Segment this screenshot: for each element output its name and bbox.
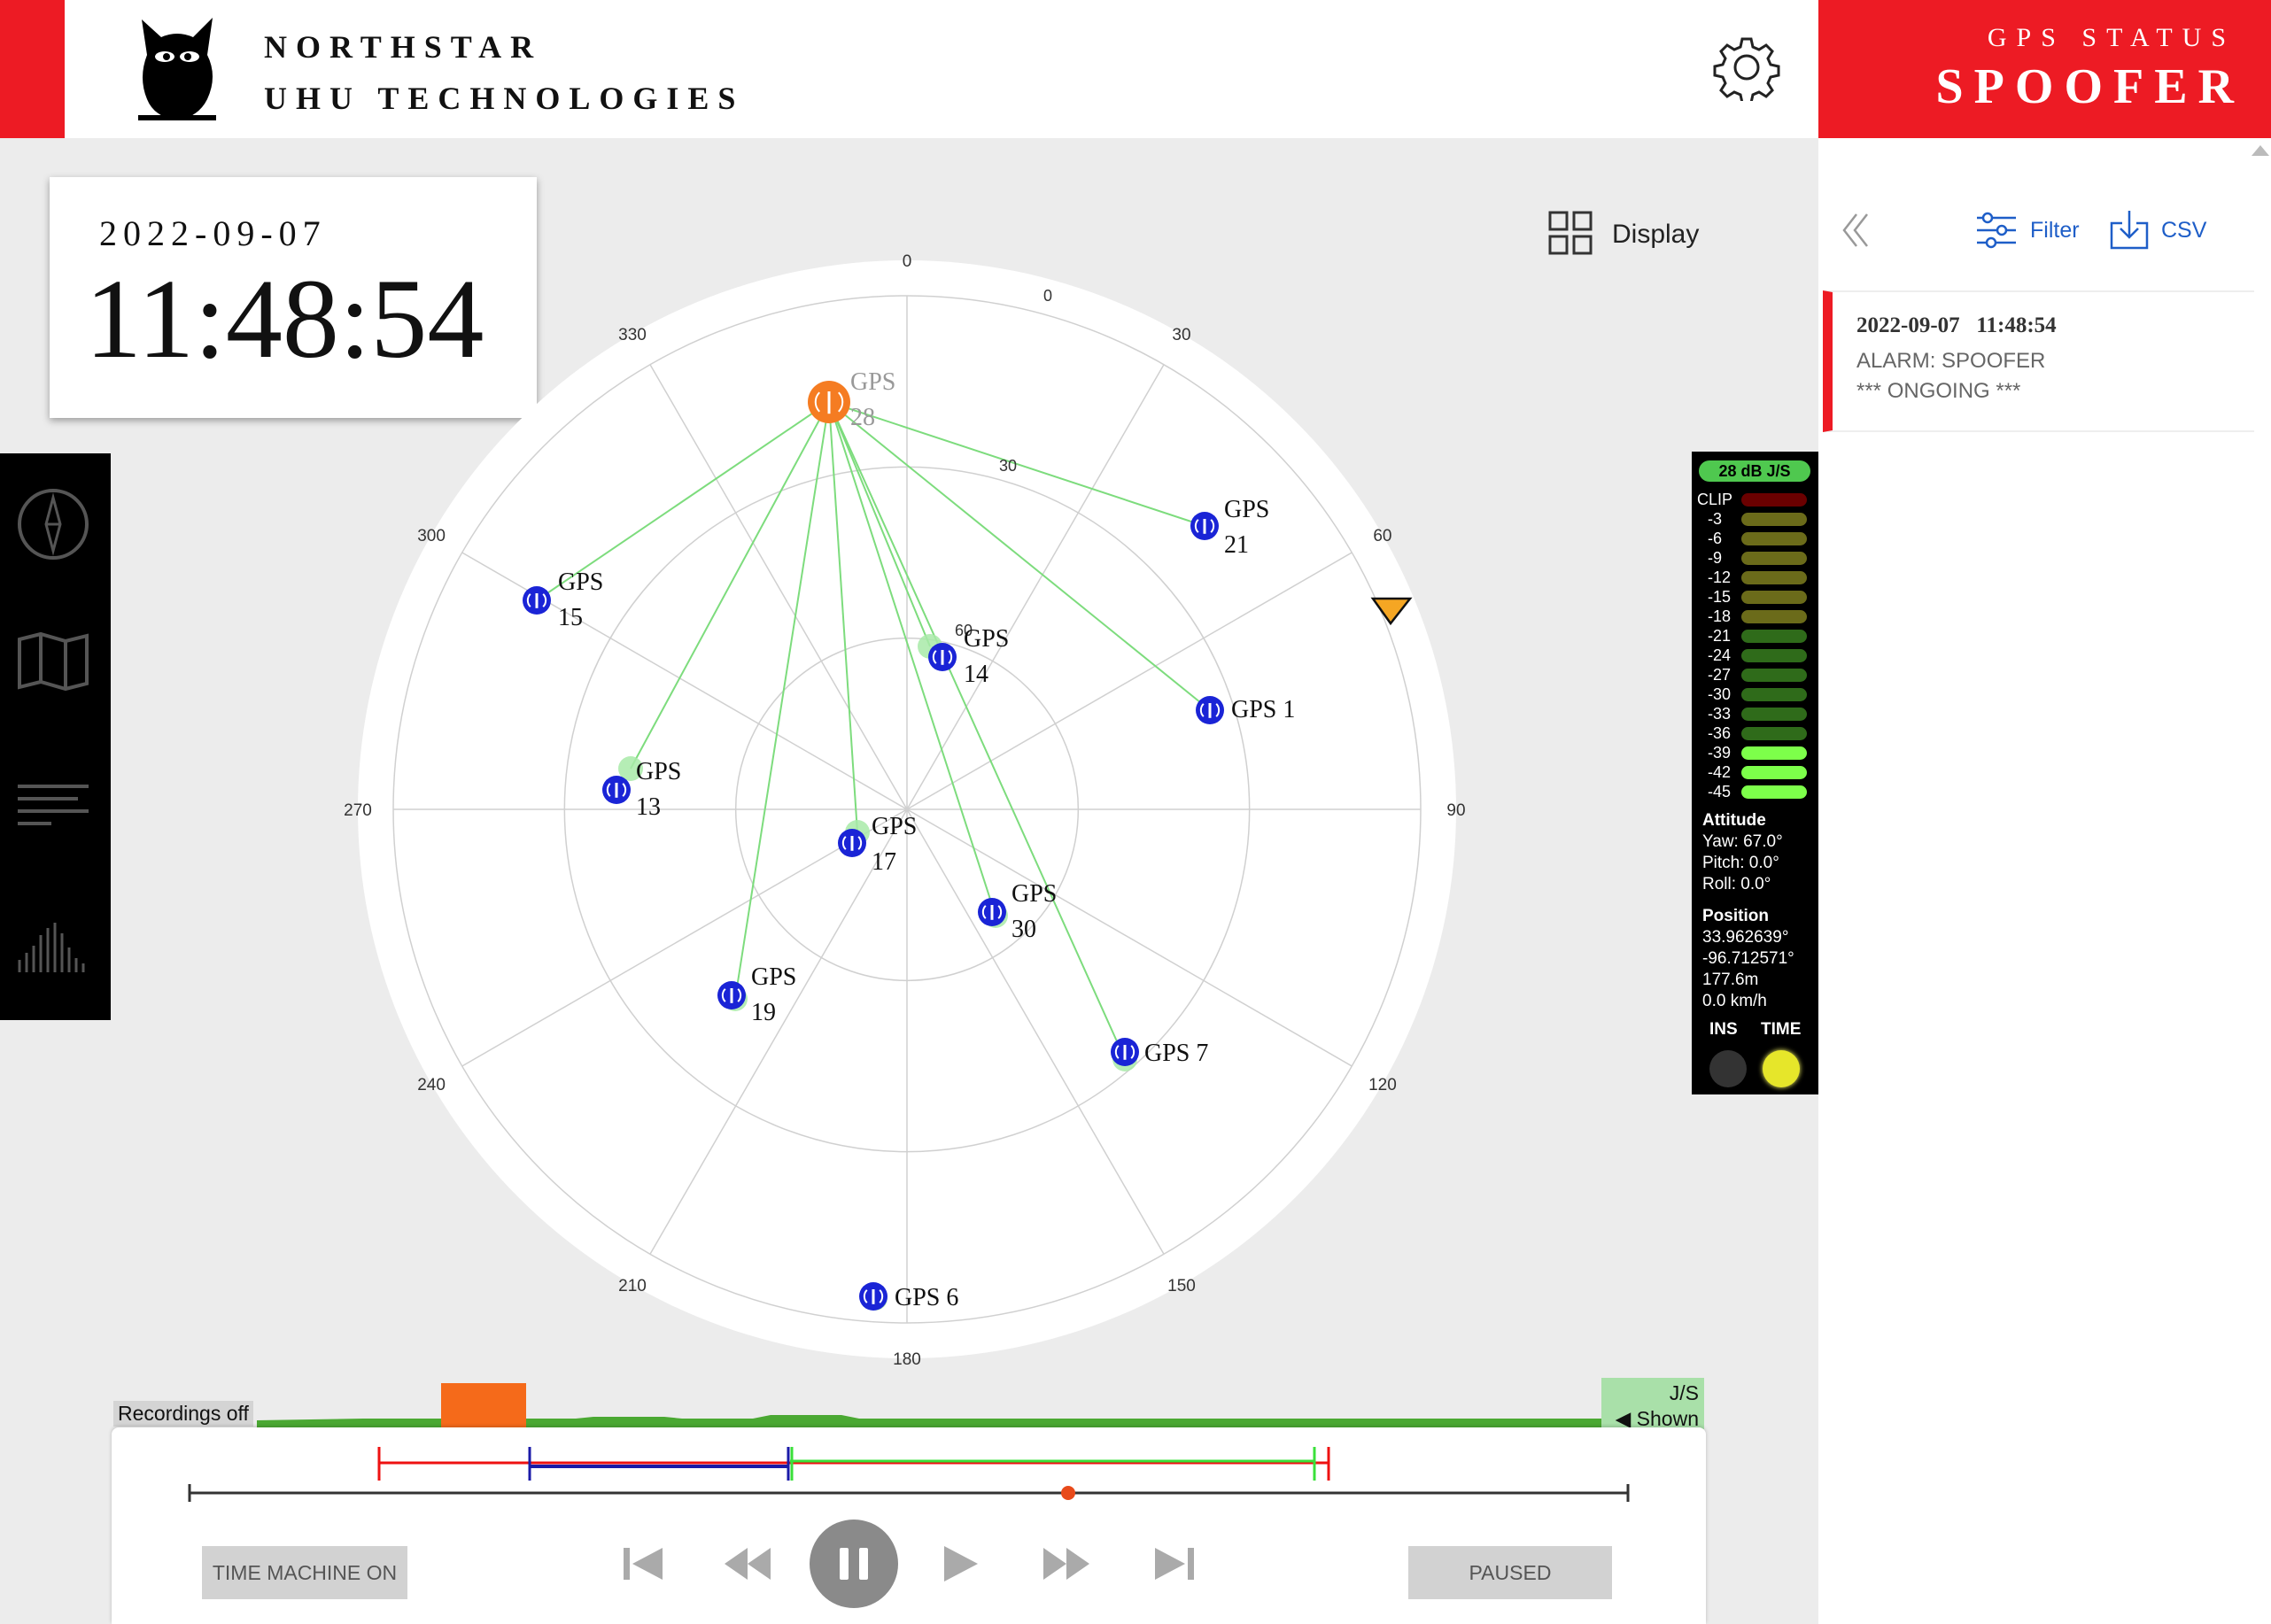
azimuth-label: 330 — [618, 326, 647, 344]
meter-bar — [1741, 532, 1807, 545]
satellite-prn: 14 — [964, 661, 988, 688]
meter-scale-label: -18 — [1708, 607, 1732, 625]
js-meter-panel: 28 dB J/S CLIP -3 -6 -9 -12 -15 -18 -21 -24 -27 -3… — [1692, 452, 1818, 1094]
meter-bar — [1741, 630, 1807, 643]
js-toggle-button[interactable]: J/S ◀ Shown — [1601, 1378, 1704, 1430]
satellite-label: GPS — [1224, 496, 1269, 523]
meter-scale-label: -12 — [1708, 568, 1732, 586]
meter-bar — [1741, 785, 1807, 799]
azimuth-label: 150 — [1167, 1277, 1196, 1295]
paused-status-button[interactable]: PAUSED — [1408, 1546, 1612, 1599]
attitude-title: Attitude — [1702, 811, 1766, 830]
meter-bar — [1741, 727, 1807, 740]
satellite-prn: 13 — [636, 793, 661, 821]
satellite-prn: 28 — [850, 404, 875, 431]
pause-icon — [840, 1548, 868, 1580]
meter-scale-label: -9 — [1708, 549, 1723, 567]
elevation-label: 30 — [999, 457, 1017, 475]
timeline-track[interactable] — [177, 1435, 1647, 1514]
ins-label: INS — [1709, 1020, 1738, 1039]
roll-value: Roll: 0.0° — [1702, 875, 1771, 893]
meter-bar — [1741, 746, 1807, 760]
meter-bar — [1741, 513, 1807, 526]
satellite-prn: 15 — [558, 604, 583, 631]
satellite-label: GPS — [751, 963, 796, 991]
yaw-value: Yaw: 67.0° — [1702, 832, 1783, 851]
meter-scale-label: -36 — [1708, 724, 1732, 742]
azimuth-label: 90 — [1446, 801, 1465, 820]
satellite-label: GPS — [850, 368, 895, 396]
azimuth-label: 60 — [1373, 527, 1391, 545]
play-icon[interactable] — [939, 1544, 988, 1583]
satellite-prn: 19 — [751, 999, 776, 1026]
satellite-label: GPS 7 — [1144, 1040, 1208, 1067]
meter-scale-label: -42 — [1708, 763, 1732, 781]
skip-to-end-icon[interactable] — [1148, 1544, 1198, 1583]
meter-bar — [1741, 708, 1807, 721]
meter-scale-label: -39 — [1708, 744, 1732, 762]
meter-bar — [1741, 571, 1807, 584]
meter-bar — [1741, 493, 1807, 507]
satellite-prn: 17 — [872, 848, 896, 876]
elevation-label: 0 — [1043, 287, 1052, 305]
fast-forward-icon[interactable] — [1042, 1544, 1091, 1583]
meter-bar — [1741, 610, 1807, 623]
satellite-label: GPS — [558, 568, 603, 596]
azimuth-label: 210 — [618, 1277, 647, 1295]
meter-scale-label: -15 — [1708, 588, 1732, 606]
meter-bar — [1741, 669, 1807, 682]
meter-scale-label: -30 — [1708, 685, 1732, 703]
time-machine-button[interactable]: TIME MACHINE ON — [202, 1546, 407, 1599]
latitude-value: 33.962639° — [1702, 928, 1789, 947]
satellite-label: GPS — [872, 813, 917, 840]
satellite-marker[interactable]: GPS 7 — [1111, 1038, 1208, 1071]
js-badge: 28 dB J/S — [1699, 460, 1810, 482]
satellite-marker[interactable]: GPS 6 — [859, 1282, 958, 1311]
meter-scale-label: -3 — [1708, 510, 1723, 528]
azimuth-label: 0 — [903, 252, 912, 271]
altitude-value: 177.6m — [1702, 971, 1759, 989]
meter-bar — [1741, 766, 1807, 779]
azimuth-label: 270 — [344, 801, 372, 820]
azimuth-label: 120 — [1368, 1076, 1397, 1094]
js-history-strip — [257, 1383, 1603, 1429]
pause-button[interactable] — [810, 1520, 898, 1608]
meter-scale-label: CLIP — [1697, 491, 1733, 508]
time-label: TIME — [1761, 1020, 1802, 1039]
azimuth-label: 300 — [417, 527, 446, 545]
satellite-label: GPS 6 — [895, 1284, 958, 1311]
meter-bar — [1741, 688, 1807, 701]
meter-scale-label: -33 — [1708, 705, 1732, 723]
satellite-label: GPS — [1011, 880, 1057, 908]
meter-scale-label: -21 — [1708, 627, 1732, 645]
azimuth-label: 30 — [1172, 326, 1190, 344]
pitch-value: Pitch: 0.0° — [1702, 854, 1779, 872]
meter-bar — [1741, 552, 1807, 565]
meter-scale-label: -27 — [1708, 666, 1732, 684]
meter-scale-label: -45 — [1708, 783, 1732, 800]
time-indicator — [1763, 1050, 1800, 1087]
skip-to-start-icon[interactable] — [620, 1544, 670, 1583]
azimuth-label: 240 — [417, 1076, 446, 1094]
meter-bar — [1741, 591, 1807, 604]
position-title: Position — [1702, 907, 1769, 925]
meter-bar — [1741, 649, 1807, 662]
satellite-prn: 30 — [1011, 916, 1036, 943]
longitude-value: -96.712571° — [1702, 949, 1794, 968]
azimuth-label: 180 — [893, 1350, 921, 1369]
rewind-icon[interactable] — [723, 1544, 772, 1583]
satellite-prn: 21 — [1224, 531, 1249, 559]
satellite-label: GPS — [964, 625, 1009, 653]
ins-indicator — [1709, 1050, 1747, 1087]
playhead[interactable] — [1061, 1486, 1075, 1500]
speed-value: 0.0 km/h — [1702, 992, 1767, 1010]
satellite-label: GPS 1 — [1231, 696, 1295, 723]
satellite-label: GPS — [636, 758, 681, 785]
js-label: J/S — [1669, 1381, 1699, 1404]
meter-scale-label: -6 — [1708, 530, 1723, 547]
meter-scale-label: -24 — [1708, 646, 1732, 664]
satellite-marker[interactable]: GPS 1 — [1196, 696, 1295, 724]
recordings-status: Recordings off — [113, 1401, 253, 1427]
